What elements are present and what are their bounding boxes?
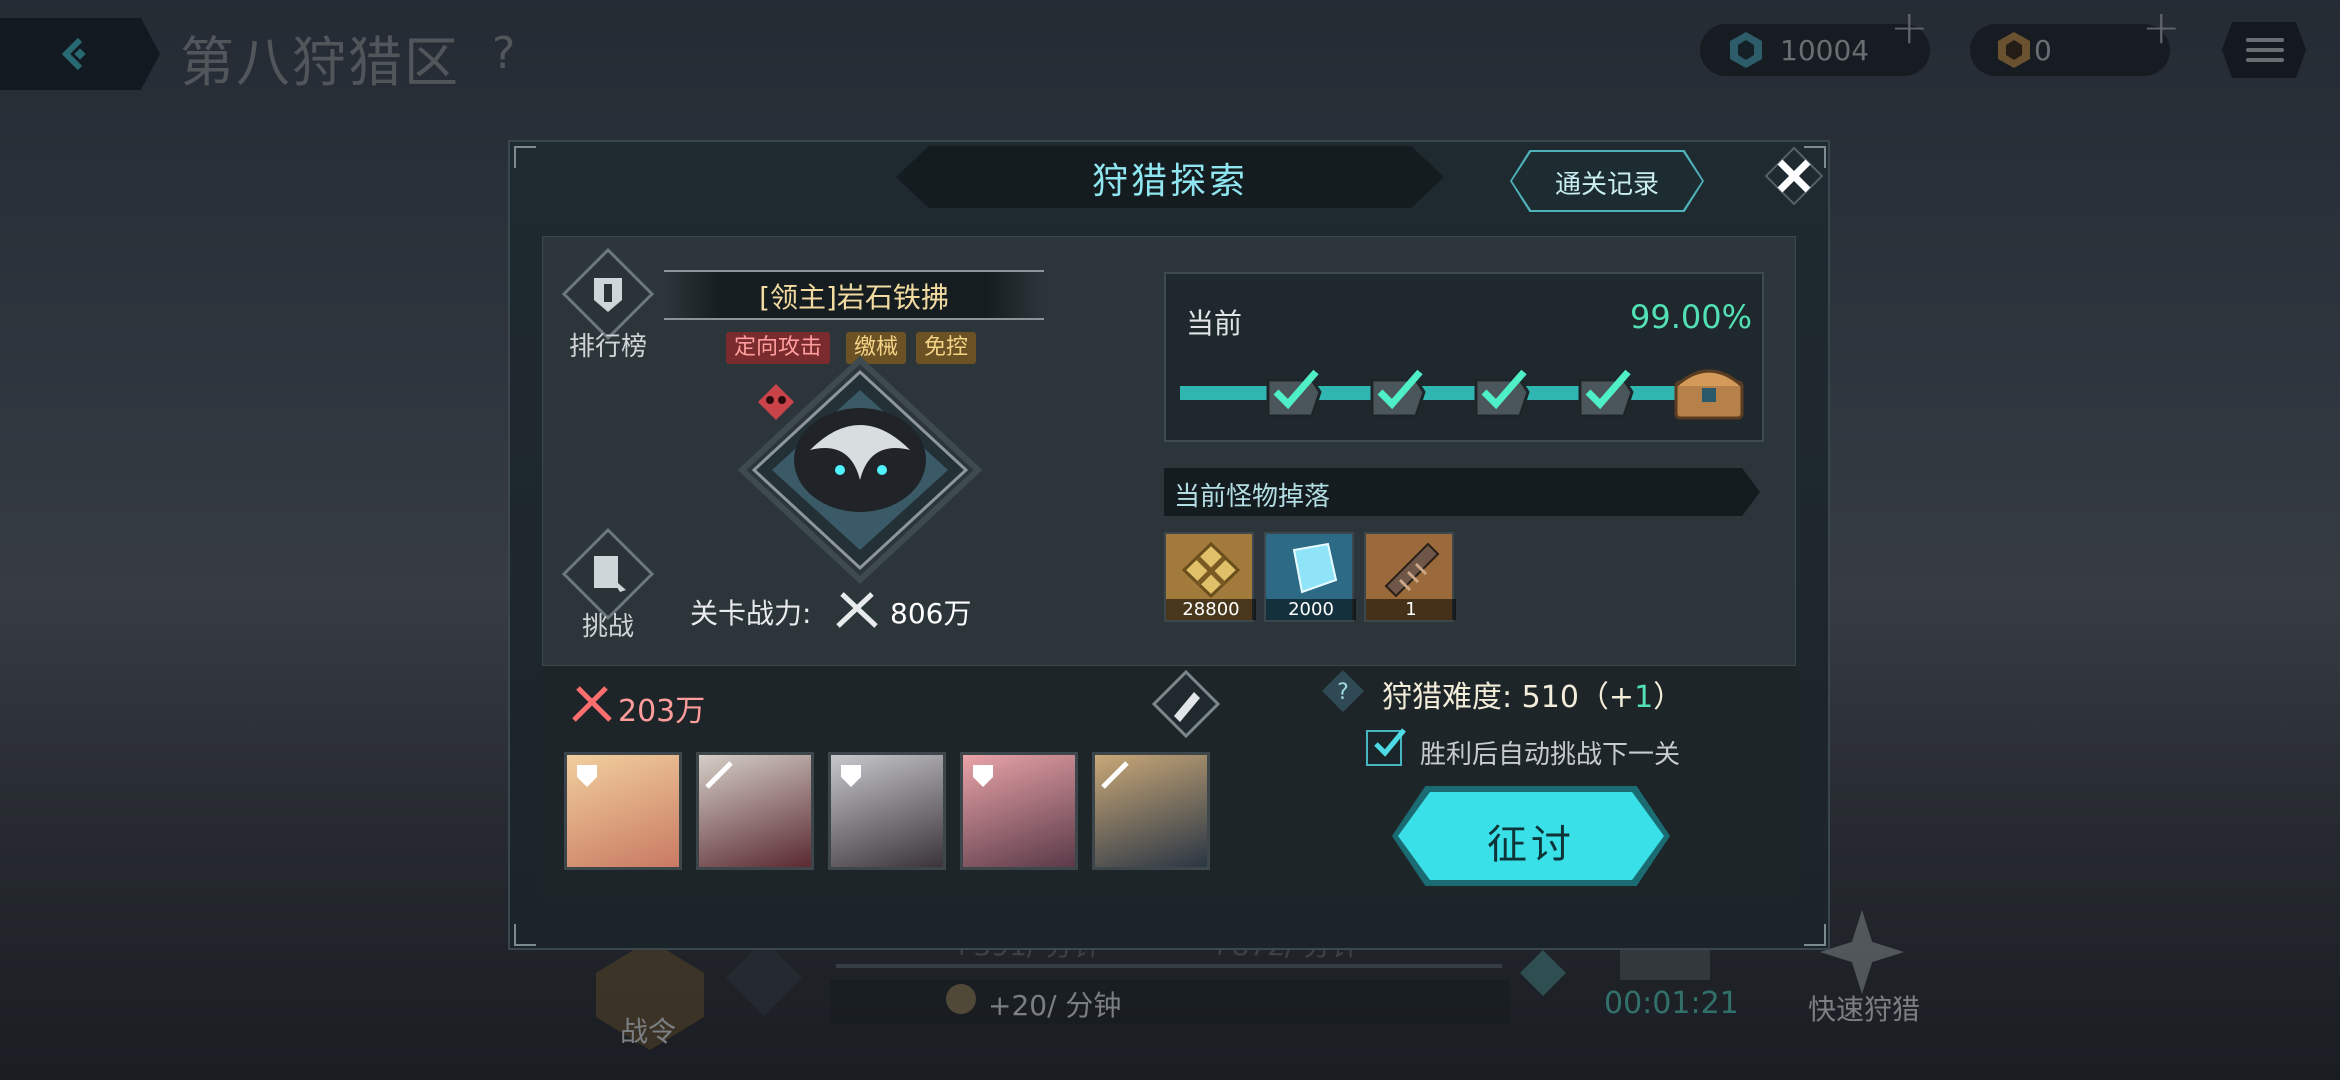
checkpoint-cleared-2 — [1366, 362, 1430, 422]
crusade-label[interactable]: 征讨 — [1398, 812, 1664, 870]
team-power-icon — [572, 686, 612, 722]
hero-class-icon — [841, 765, 861, 787]
crossed-swords-icon — [836, 592, 878, 628]
medal-icon — [1181, 541, 1241, 598]
hero-slot-5[interactable] — [1092, 752, 1210, 870]
checkpoint-cleared-4 — [1574, 362, 1638, 422]
difficulty-line: 狩猎难度: 510（+1） — [1382, 672, 1683, 716]
edit-team-button[interactable] — [1152, 670, 1220, 738]
drop-item-drill[interactable]: 1 — [1364, 532, 1456, 622]
progress-percent: 99.00% — [1630, 298, 1753, 336]
difficulty-value: 510 — [1521, 680, 1579, 715]
document-icon — [594, 556, 618, 588]
hero-slot-3[interactable] — [828, 752, 946, 870]
difficulty-bonus-open: （+ — [1578, 680, 1635, 715]
corner-br — [1804, 924, 1826, 946]
treasure-chest-icon[interactable] — [1672, 362, 1746, 422]
progress-label: 当前 — [1186, 307, 1243, 340]
difficulty-bonus: 1 — [1634, 680, 1654, 715]
checkmark-icon — [1374, 728, 1406, 757]
checkpoint-cleared-1 — [1262, 362, 1326, 422]
difficulty-label: 狩猎难度: — [1382, 680, 1513, 715]
hero-slot-4[interactable] — [960, 752, 1078, 870]
stage-power-label: 关卡战力: — [690, 597, 812, 630]
boss-skull-icon — [758, 384, 794, 420]
difficulty-help-icon[interactable]: ? — [1320, 668, 1366, 714]
team-power-value: 203万 — [618, 694, 706, 729]
checkmark-icon — [1578, 369, 1634, 418]
hero-class-icon — [1101, 761, 1129, 789]
corner-tl — [514, 146, 536, 168]
hero-class-icon — [577, 765, 597, 787]
clear-record-label[interactable]: 通关记录 — [1512, 164, 1702, 201]
hero-class-icon — [705, 761, 733, 789]
checkmark-icon — [1370, 369, 1426, 418]
challenge-label[interactable]: 挑战 — [548, 606, 668, 643]
hero-slot-2[interactable] — [696, 752, 814, 870]
difficulty-bonus-close: ） — [1653, 680, 1684, 715]
hero-slot-1[interactable] — [564, 752, 682, 870]
drop-item-medal[interactable]: 28800 — [1164, 532, 1256, 622]
drop-qty: 1 — [1366, 599, 1456, 620]
checkmark-icon — [1474, 369, 1530, 418]
svg-text:?: ? — [1337, 680, 1349, 705]
stage-power-value: 806万 — [890, 597, 972, 630]
modal-title: 狩猎探索 — [1091, 161, 1248, 202]
auto-next-label[interactable]: 胜利后自动挑战下一关 — [1420, 734, 1680, 771]
boss-name: [领主]岩石铁拂 — [759, 281, 949, 314]
auto-next-checkbox[interactable] — [1366, 728, 1406, 766]
leaderboard-label[interactable]: 排行榜 — [548, 326, 668, 363]
drop-qty: 28800 — [1166, 599, 1256, 620]
hero-class-icon — [973, 765, 993, 787]
drill-icon — [1384, 542, 1440, 598]
checkpoint-cleared-3 — [1470, 362, 1534, 422]
boss-portrait[interactable] — [660, 350, 1060, 590]
drop-header-label: 当前怪物掉落 — [1174, 482, 1331, 512]
drop-item-crystal[interactable]: 2000 — [1264, 532, 1356, 622]
drop-qty: 2000 — [1266, 599, 1356, 620]
crystal-icon — [1292, 542, 1338, 594]
checkmark-icon — [1266, 369, 1322, 418]
corner-bl — [514, 924, 536, 946]
close-icon[interactable] — [1764, 146, 1824, 206]
